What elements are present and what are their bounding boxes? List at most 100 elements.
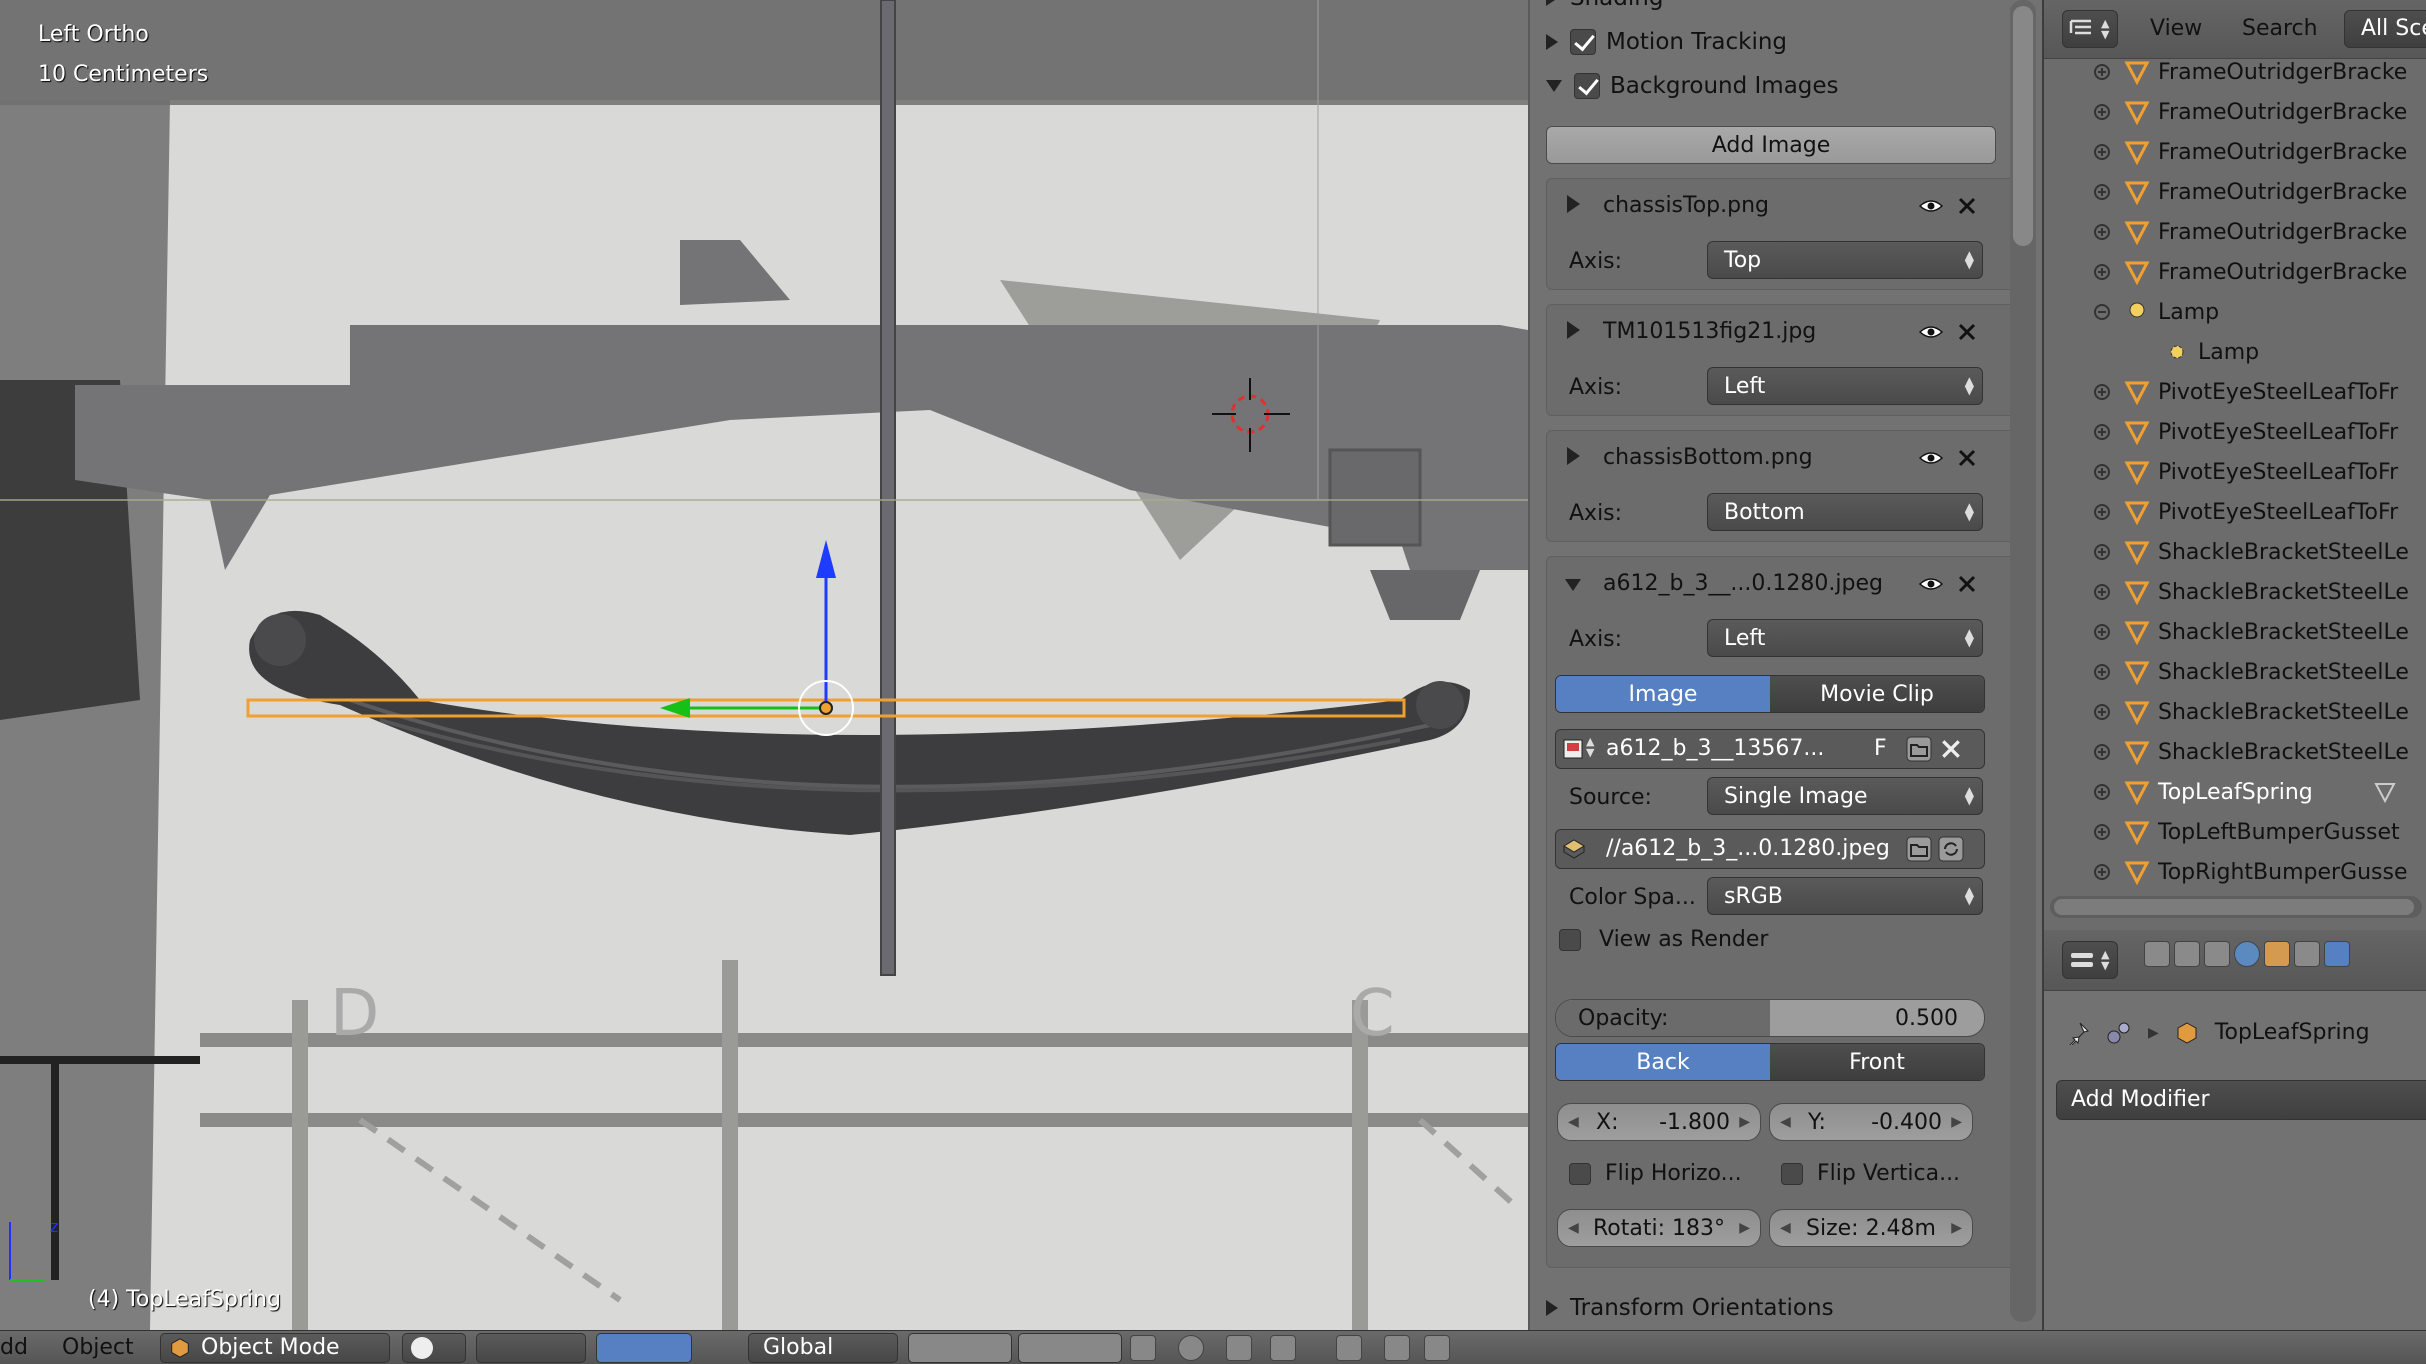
expand-icon[interactable] [2094,424,2110,440]
constraints-tab-icon[interactable] [2294,941,2320,967]
collapse-icon[interactable] [1565,579,1581,591]
axis-dropdown[interactable]: Left ▲ ▼ [1707,367,1983,405]
outliner-row[interactable]: Lamp [2044,292,2426,332]
eye-icon[interactable] [1919,451,1943,465]
render-layers-tab-icon[interactable] [2174,941,2200,967]
front-button[interactable]: Front [1770,1044,1984,1080]
close-icon[interactable] [1957,448,1977,468]
mode-dropdown[interactable]: Object Mode [160,1333,390,1363]
snap-element-icon[interactable] [1270,1335,1296,1361]
image-datablock-field[interactable]: ▲ ▼ a612_b_3__13567... F [1555,729,1985,769]
outliner-row[interactable]: TopRightBumperGusse [2044,852,2426,892]
expand-icon[interactable] [2094,264,2110,280]
back-button[interactable]: Back [1556,1044,1770,1080]
decrement-icon[interactable]: ◀ [1568,1220,1579,1236]
flip-horizontal-checkbox[interactable] [1569,1162,1591,1185]
add-modifier-dropdown[interactable]: Add Modifier [2056,1080,2426,1120]
panel-background-images[interactable]: Background Images [1546,66,2002,106]
expand-icon[interactable] [2094,704,2110,720]
object-menu[interactable]: Object [62,1335,134,1360]
outliner-row[interactable]: FrameOutridgerBracke [2044,172,2426,212]
viewport-shading-dropdown[interactable] [402,1333,466,1363]
unlink-icon[interactable] [1940,738,1962,760]
viewport-properties-panel[interactable]: Shading Motion Tracking Background Image… [1528,0,2042,1330]
axis-dropdown[interactable]: Bottom ▲ ▼ [1707,493,1983,531]
outliner-row[interactable]: FrameOutridgerBracke [2044,52,2426,92]
decrement-icon[interactable]: ◀ [1780,1220,1791,1236]
close-icon[interactable] [1957,574,1977,594]
world-tab-icon[interactable] [2234,941,2260,967]
add-image-button[interactable]: Add Image [1546,126,1996,164]
outliner-row[interactable]: ShackleBracketSteelLe [2044,692,2426,732]
expand-icon[interactable] [2094,784,2110,800]
view-menu[interactable]: View [2150,16,2202,41]
expand-icon[interactable] [2094,384,2110,400]
reload-icon[interactable] [1938,836,1964,862]
expand-icon[interactable] [2094,144,2110,160]
expand-icon[interactable] [2094,184,2110,200]
open-folder-icon[interactable] [1906,736,1932,762]
render-clapper-icon[interactable] [1424,1335,1450,1361]
outliner-row[interactable]: ShackleBracketSteelLe [2044,532,2426,572]
transform-orientation-dropdown[interactable]: Global [748,1333,898,1363]
close-icon[interactable] [1957,322,1977,342]
snap-toggle-icon[interactable] [1226,1335,1252,1361]
opacity-slider[interactable]: Opacity: 0.500 [1555,999,1985,1037]
eye-icon[interactable] [1919,325,1943,339]
tab-movie-clip[interactable]: Movie Clip [1770,676,1984,712]
flip-horizontal-toggle[interactable]: Flip Horizo... [1569,1161,1742,1186]
axis-dropdown[interactable]: Left ▲ ▼ [1707,619,1983,657]
layer-buttons-1[interactable] [908,1333,1012,1363]
image-source-tabs[interactable]: Image Movie Clip [1555,675,1985,713]
tab-image[interactable]: Image [1556,676,1770,712]
offset-x-field[interactable]: ◀ X: -1.800 ▶ [1557,1103,1761,1141]
opengl-render-anim-icon[interactable] [1384,1335,1410,1361]
expand-icon[interactable] [2094,824,2110,840]
eye-icon[interactable] [1919,577,1943,591]
panel-transform-orientations[interactable]: Transform Orientations [1546,1288,2002,1328]
outliner-row[interactable]: ShackleBracketSteelLe [2044,732,2426,772]
size-field[interactable]: ◀ Size: 2.48m ▶ [1769,1209,1973,1247]
expand-icon[interactable] [2094,504,2110,520]
outliner-row[interactable]: PivotEyeSteelLeafToFr [2044,492,2426,532]
flip-vertical-checkbox[interactable] [1781,1162,1803,1185]
outliner-row[interactable]: TopLeftBumperGusset [2044,812,2426,852]
datablock-name[interactable]: a612_b_3__13567... [1606,736,1824,761]
draw-depth-tabs[interactable]: Back Front [1555,1043,1985,1081]
expand-icon[interactable] [2094,64,2110,80]
expand-icon[interactable] [2094,624,2110,640]
motion-tracking-checkbox[interactable] [1570,29,1596,55]
collapse-icon[interactable] [2094,304,2110,320]
panel-shading[interactable]: Shading [1546,0,2002,18]
modifiers-tab-icon[interactable] [2324,941,2350,967]
expand-icon[interactable] [2094,544,2110,560]
outliner-row[interactable]: TopLeafSpring [2044,772,2426,812]
outliner-row[interactable]: ShackleBracketSteelLe [2044,652,2426,692]
opengl-render-icon[interactable] [1336,1335,1362,1361]
source-dropdown[interactable]: Single Image ▲ ▼ [1707,777,1983,815]
panel-scrollbar[interactable] [2010,0,2036,1322]
filepath-field[interactable]: //a612_b_3_...0.1280.jpeg [1555,829,1985,869]
scrollbar-thumb[interactable] [2013,6,2033,246]
properties-editor[interactable]: ▲ ▼ ▶ TopLeafSpring Add Modifier [2042,930,2426,1330]
expand-icon[interactable] [2094,864,2110,880]
outliner-h-scrollbar[interactable] [2050,896,2422,918]
expand-icon[interactable] [2094,584,2110,600]
viewport-scene[interactable]: D C z [0,0,1528,1330]
lock-layers-icon[interactable] [1130,1335,1156,1361]
background-images-checkbox[interactable] [1574,73,1600,99]
outliner-row[interactable]: ShackleBracketSteelLe [2044,612,2426,652]
transform-manipulator-toggles[interactable] [596,1333,692,1363]
context-tabs[interactable] [2144,941,2350,979]
layer-buttons-2[interactable] [1018,1333,1122,1363]
eye-icon[interactable] [1919,199,1943,213]
pivot-and-manipulator[interactable] [476,1333,586,1363]
outliner-row[interactable]: FrameOutridgerBracke [2044,132,2426,172]
axis-dropdown[interactable]: Top ▲ ▼ [1707,241,1983,279]
flip-vertical-toggle[interactable]: Flip Vertica... [1781,1161,1960,1186]
expand-icon[interactable] [2094,464,2110,480]
expand-icon[interactable] [2094,224,2110,240]
decrement-icon[interactable]: ◀ [1568,1114,1579,1130]
outliner-row[interactable]: FrameOutridgerBracke [2044,92,2426,132]
increment-icon[interactable]: ▶ [1739,1220,1750,1236]
